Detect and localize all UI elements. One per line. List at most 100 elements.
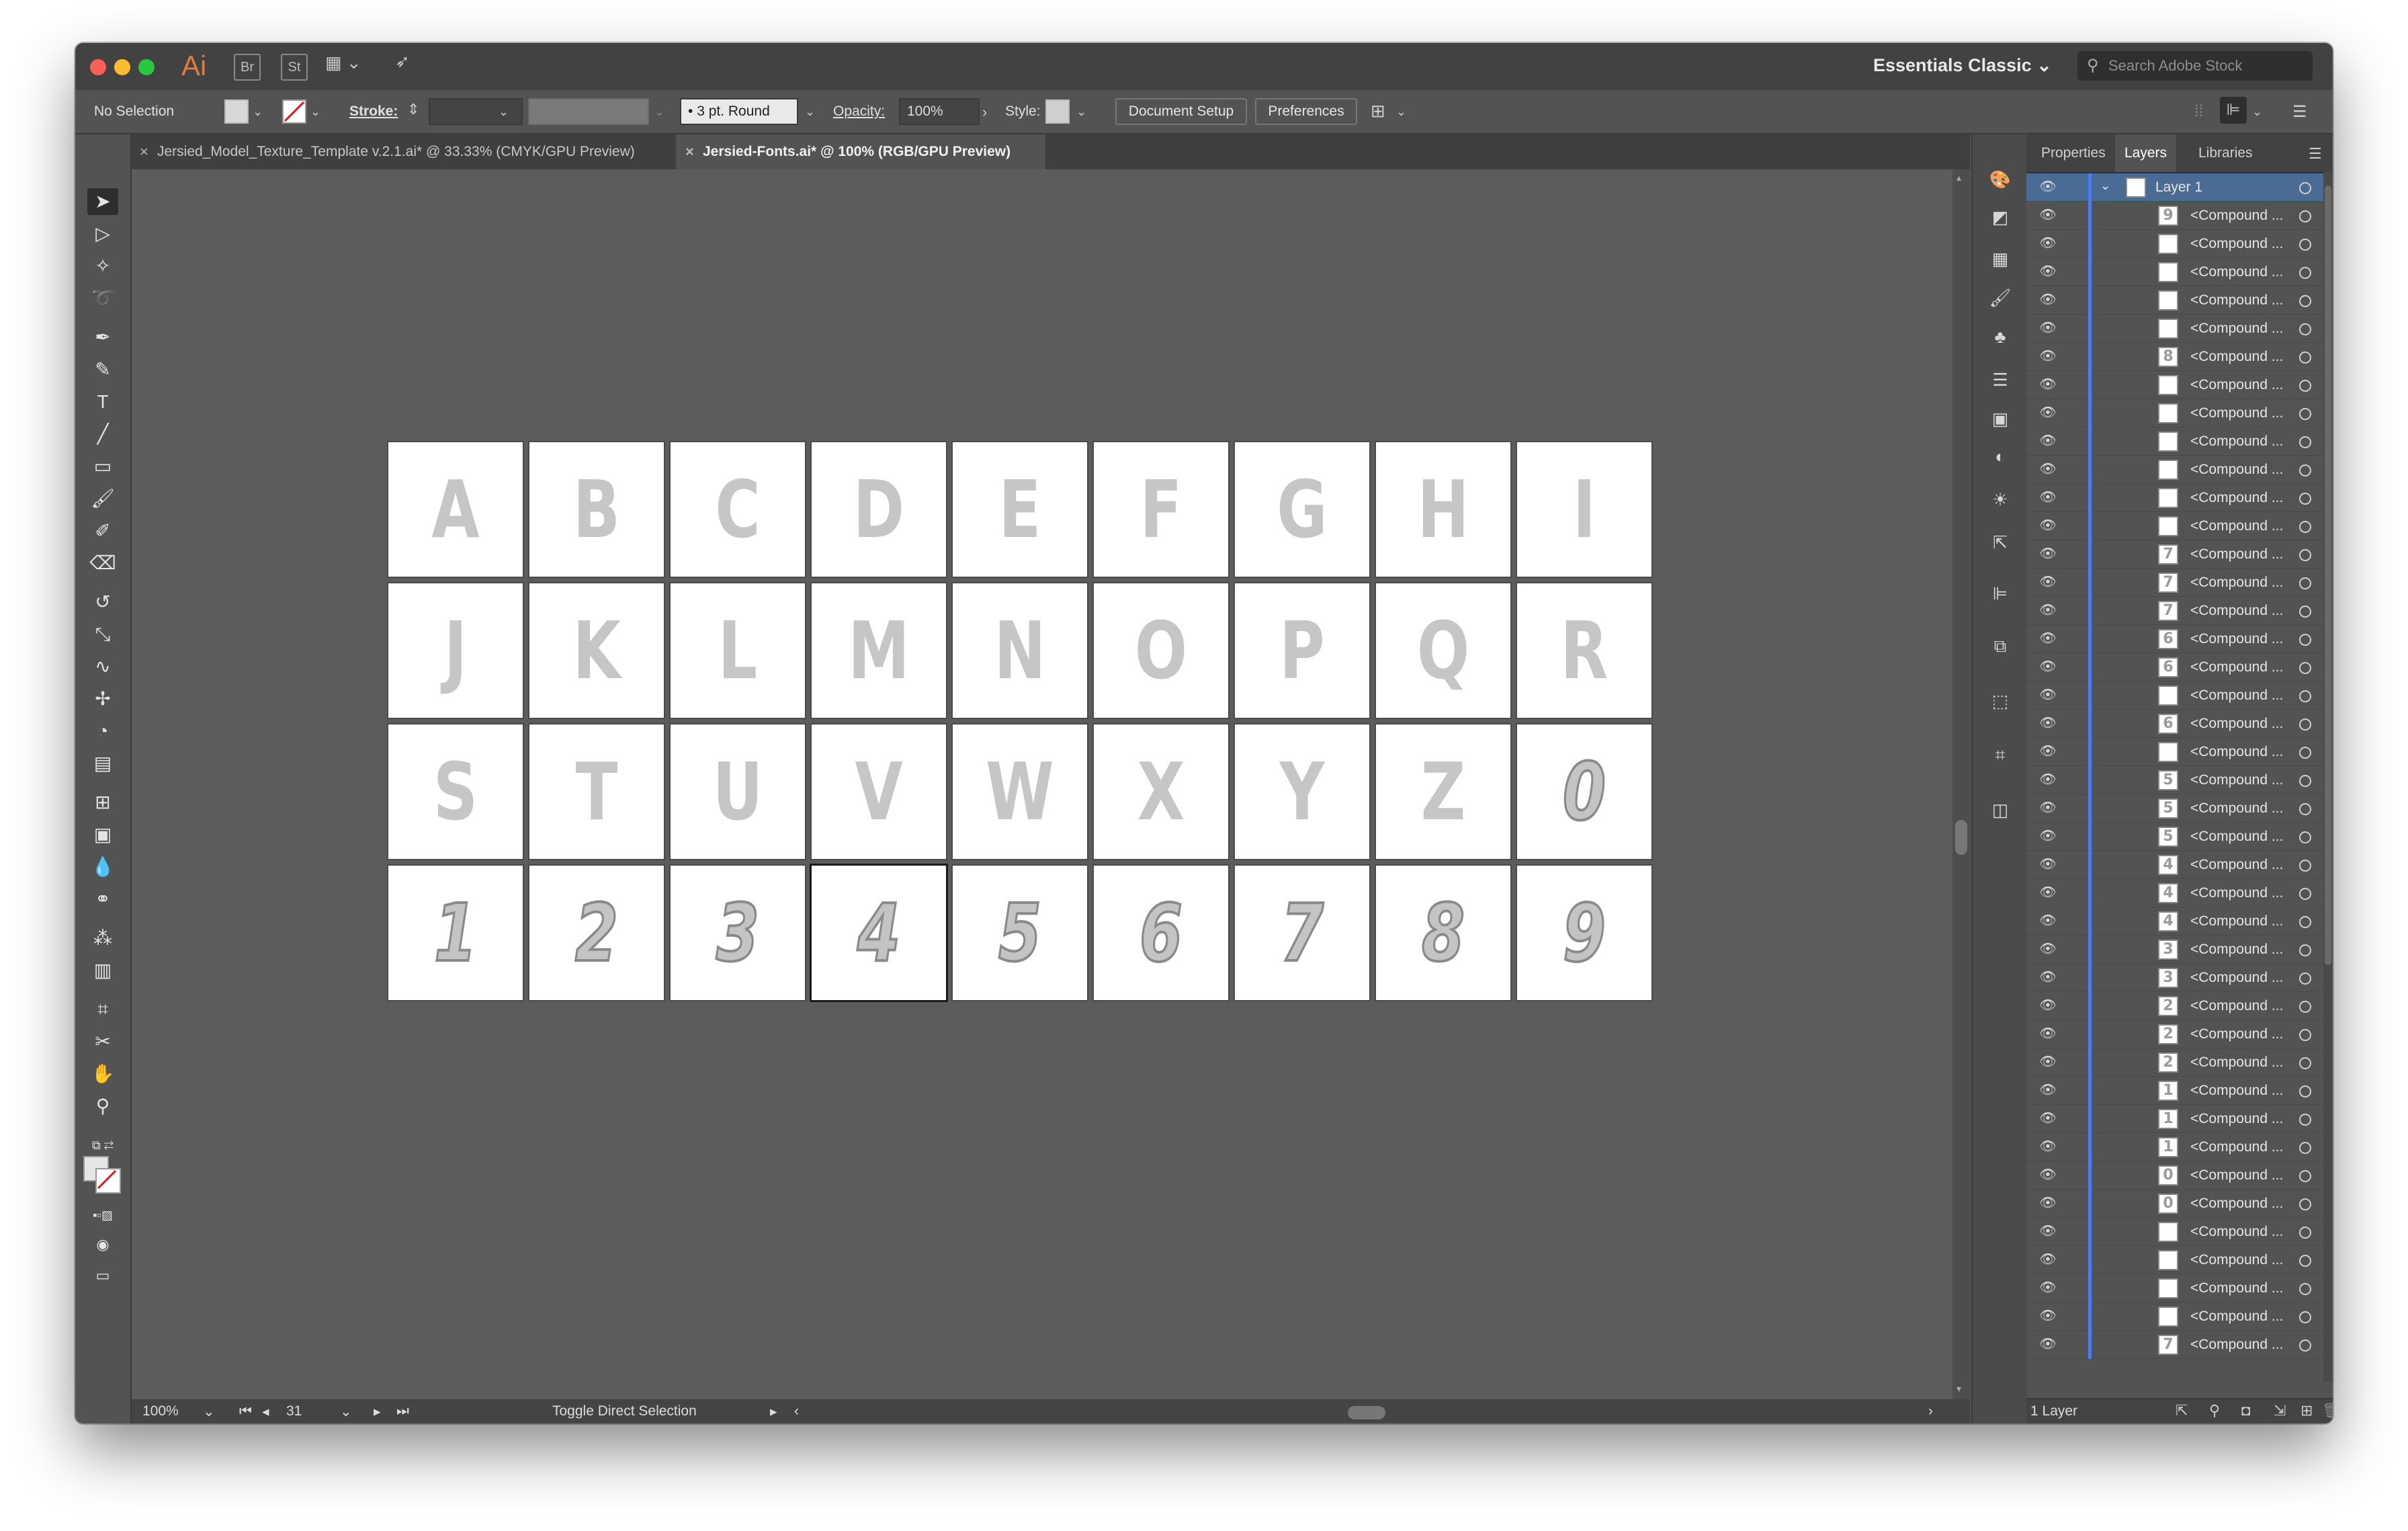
target-circle-icon[interactable]	[2299, 1255, 2311, 1267]
color-mode-icons[interactable]: ▪▫▨	[87, 1202, 118, 1229]
sublayer-row[interactable]: 👁 4 <Compound ...	[2026, 851, 2323, 879]
visibility-eye-icon[interactable]: 👁	[2038, 290, 2057, 309]
sublayer-row[interactable]: 👁 <Compound ...	[2026, 258, 2323, 286]
visibility-eye-icon[interactable]: 👁	[2038, 657, 2057, 676]
tab-libraries[interactable]: Libraries	[2189, 134, 2262, 172]
slice-tool-icon[interactable]: ✂	[87, 1028, 118, 1055]
line-tool-icon[interactable]: ╱	[87, 421, 118, 448]
minimize-window-button[interactable]	[114, 59, 130, 75]
sublayer-row[interactable]: 👁 <Compound ...	[2026, 456, 2323, 484]
artboard-q[interactable]: Q	[1376, 583, 1510, 718]
sublayer-row[interactable]: 👁 0 <Compound ...	[2026, 1161, 2323, 1190]
horizontal-scroll-thumb[interactable]	[1348, 1406, 1385, 1419]
pen-tool-icon[interactable]: ✒	[87, 324, 118, 351]
artboard-l[interactable]: L	[671, 583, 805, 718]
stroke-weight-dropdown-icon[interactable]: ⌄	[499, 105, 509, 119]
layers-scrollbar[interactable]	[2323, 172, 2333, 1382]
target-circle-icon[interactable]	[2299, 662, 2311, 674]
type-tool-icon[interactable]: T	[87, 388, 118, 415]
sublayer-name[interactable]: <Compound ...	[2190, 512, 2283, 540]
target-circle-icon[interactable]	[2299, 916, 2311, 928]
visibility-eye-icon[interactable]: 👁	[2038, 770, 2057, 789]
delete-layer-icon[interactable]: 🗑	[2322, 1402, 2333, 1419]
draw-mode-icon[interactable]: ◉	[87, 1231, 118, 1258]
sublayer-row[interactable]: 👁 <Compound ...	[2026, 484, 2323, 512]
scroll-down-icon[interactable]: ▾	[1956, 1383, 1961, 1395]
visibility-eye-icon[interactable]: 👁	[2038, 460, 2057, 479]
sublayer-name[interactable]: <Compound ...	[2190, 1048, 2283, 1077]
zoom-dropdown-icon[interactable]: ⌄	[203, 1403, 215, 1420]
select-similar-icon[interactable]: ⊞	[1371, 101, 1385, 122]
previous-artboard-icon[interactable]: ◂	[262, 1403, 269, 1420]
stock-search-input[interactable]: ⚲ Search Adobe Stock	[2077, 51, 2313, 81]
artboard-n[interactable]: N	[953, 583, 1087, 718]
vertical-scroll-thumb[interactable]	[1955, 820, 1967, 855]
make-clipping-mask-icon[interactable]: ◘	[2241, 1402, 2250, 1419]
sublayer-row[interactable]: 👁 2 <Compound ...	[2026, 992, 2323, 1020]
sublayer-row[interactable]: 👁 <Compound ...	[2026, 315, 2323, 343]
target-circle-icon[interactable]	[2299, 210, 2311, 222]
artboard-number[interactable]: 31	[286, 1403, 302, 1419]
arrange-documents-icon[interactable]: ▦ ⌄	[325, 52, 361, 73]
target-circle-icon[interactable]	[2299, 351, 2311, 364]
target-circle-icon[interactable]	[2299, 634, 2311, 646]
target-circle-icon[interactable]	[2299, 1311, 2311, 1323]
visibility-eye-icon[interactable]: 👁	[2038, 742, 2057, 761]
visibility-eye-icon[interactable]: 👁	[2038, 1165, 2057, 1184]
transform-panel-icon[interactable]: ⬚	[1989, 690, 2012, 712]
sublayer-row[interactable]: 👁 5 <Compound ...	[2026, 766, 2323, 794]
stroke-color-box[interactable]	[95, 1168, 121, 1194]
new-layer-icon[interactable]: ⊞	[2300, 1402, 2313, 1419]
target-circle-icon[interactable]	[2299, 493, 2311, 505]
target-circle-icon[interactable]	[2299, 973, 2311, 985]
target-circle-icon[interactable]	[2299, 888, 2311, 900]
artboard-y[interactable]: Y	[1235, 725, 1369, 859]
last-artboard-icon[interactable]: ⏭	[396, 1403, 409, 1419]
target-circle-icon[interactable]	[2299, 1227, 2311, 1239]
eyedropper-tool-icon[interactable]: 💧	[87, 854, 118, 880]
sublayer-name[interactable]: <Compound ...	[2190, 371, 2283, 399]
visibility-eye-icon[interactable]: 👁	[2038, 544, 2057, 563]
bridge-button[interactable]: Br	[234, 54, 261, 81]
visibility-eye-icon[interactable]: 👁	[2038, 403, 2057, 422]
artboard-6[interactable]: 6	[1094, 866, 1228, 1000]
vertical-scrollbar[interactable]: ▴ ▾	[1952, 169, 1970, 1399]
artboard-x[interactable]: X	[1094, 725, 1228, 859]
workspace-switcher[interactable]: Essentials Classic ⌄	[1873, 55, 2052, 76]
sublayer-row[interactable]: 👁 <Compound ...	[2026, 427, 2323, 456]
rectangle-tool-icon[interactable]: ▭	[87, 453, 118, 480]
pathfinder-icon[interactable]: ⧉	[1989, 634, 2012, 657]
artboard-7[interactable]: 7	[1235, 866, 1369, 1000]
stroke-swatch-none[interactable]	[282, 99, 306, 124]
visibility-eye-icon[interactable]: 👁	[2038, 319, 2057, 337]
sublayer-name[interactable]: <Compound ...	[2190, 936, 2283, 964]
visibility-eye-icon[interactable]: 👁	[2038, 1278, 2057, 1297]
artboard-v[interactable]: V	[812, 725, 946, 859]
visibility-eye-icon[interactable]: 👁	[2038, 686, 2057, 704]
scroll-up-icon[interactable]: ▴	[1956, 172, 1961, 183]
artboard-s[interactable]: S	[388, 725, 523, 859]
sublayer-name[interactable]: <Compound ...	[2190, 879, 2283, 907]
visibility-eye-icon[interactable]: 👁	[2038, 1052, 2057, 1071]
visibility-eye-icon[interactable]: 👁	[2038, 516, 2057, 535]
zoom-tool-icon[interactable]: ⚲	[87, 1093, 118, 1120]
sublayer-name[interactable]: <Compound ...	[2190, 1077, 2283, 1105]
sublayer-row[interactable]: 👁 4 <Compound ...	[2026, 879, 2323, 907]
layers-scroll-thumb[interactable]	[2325, 185, 2331, 965]
sublayer-name[interactable]: <Compound ...	[2190, 851, 2283, 879]
sublayer-name[interactable]: <Compound ...	[2190, 653, 2283, 681]
rotate-tool-icon[interactable]: ↺	[87, 589, 118, 616]
artboard-k[interactable]: K	[529, 583, 664, 718]
style-dropdown-icon[interactable]: ⌄	[1076, 105, 1086, 119]
appearance-icon[interactable]: ☀	[1989, 488, 2012, 511]
visibility-eye-icon[interactable]: 👁	[2038, 714, 2057, 733]
sublayer-name[interactable]: <Compound ...	[2190, 794, 2283, 823]
next-artboard-icon[interactable]: ▸	[374, 1403, 381, 1420]
target-circle-icon[interactable]	[2299, 239, 2311, 251]
sublayer-row[interactable]: 👁 0 <Compound ...	[2026, 1190, 2323, 1218]
sublayer-name[interactable]: <Compound ...	[2190, 823, 2283, 851]
sublayer-row[interactable]: 👁 9 <Compound ...	[2026, 202, 2323, 230]
visibility-eye-icon[interactable]: 👁	[2038, 1024, 2057, 1043]
sublayer-row[interactable]: 👁 <Compound ...	[2026, 1274, 2323, 1302]
visibility-eye-icon[interactable]: 👁	[2038, 262, 2057, 281]
